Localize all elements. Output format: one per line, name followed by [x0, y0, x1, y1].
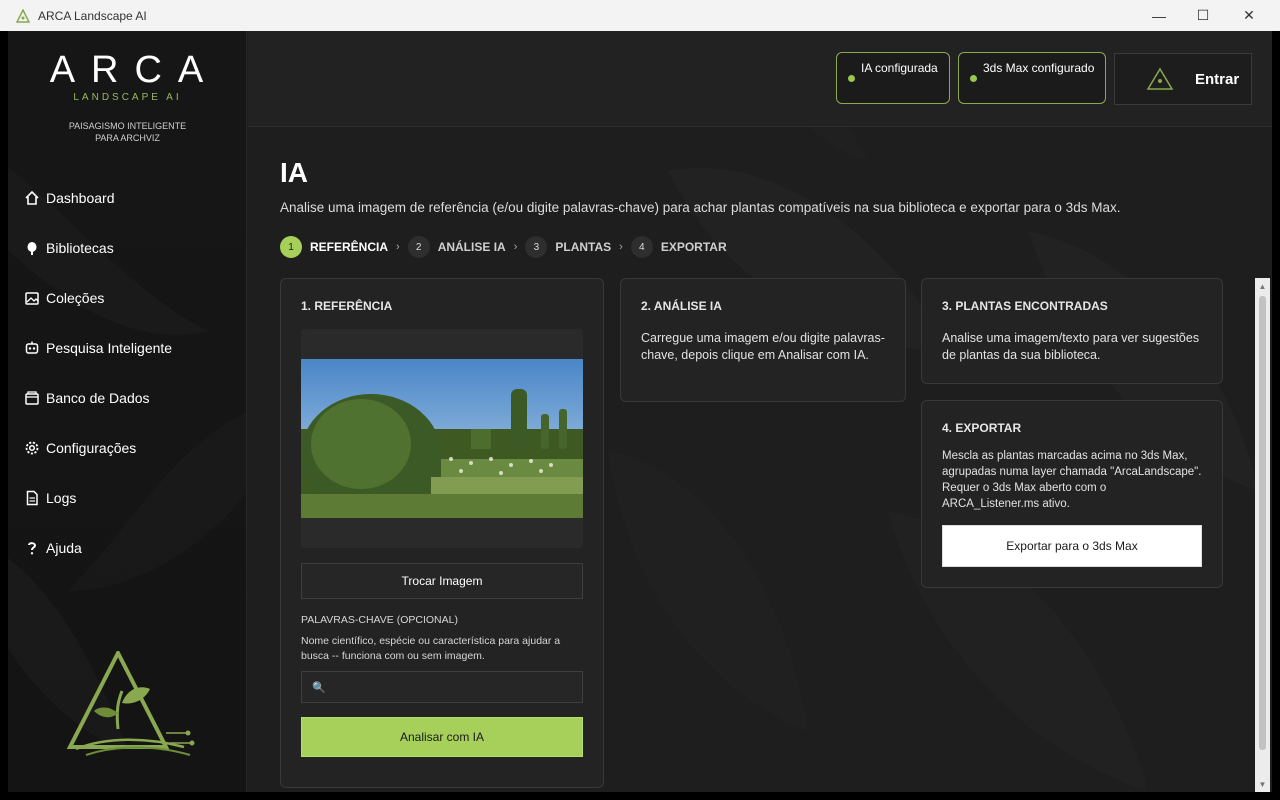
- status-3dsmax-label: 3ds Max configurado: [983, 61, 1095, 75]
- home-icon: [24, 190, 40, 206]
- step-1-number: 1: [280, 236, 302, 258]
- sidebar-item-dashboard[interactable]: Dashboard: [24, 173, 172, 223]
- scroll-up-icon[interactable]: ▲: [1255, 278, 1270, 294]
- page-description: Analise uma imagem de referência (e/ou d…: [280, 200, 1121, 215]
- user-logo-icon: [1146, 67, 1174, 90]
- login-button[interactable]: Entrar: [1114, 53, 1252, 105]
- status-dot-icon: [970, 75, 977, 82]
- sidebar-item-colecoes[interactable]: Coleções: [24, 273, 172, 323]
- page-title: IA: [280, 157, 308, 188]
- reference-image: [301, 359, 583, 518]
- tagline-line-1: PAISAGISMO INTELIGENTE: [68, 121, 187, 131]
- brand-logo: ARCA: [49, 49, 220, 91]
- maximize-button[interactable]: ☐: [1180, 0, 1226, 31]
- analyze-button[interactable]: Analisar com IA: [301, 717, 583, 757]
- main-content: IA configurada 3ds Max configurado Entra…: [248, 31, 1272, 792]
- sidebar-item-label: Configurações: [46, 440, 137, 456]
- sidebar-item-banco[interactable]: Banco de Dados: [24, 373, 172, 423]
- analysis-card-title: 2. ANÁLISE IA: [641, 299, 722, 313]
- export-card-text: Mescla as plantas marcadas acima no 3ds …: [942, 450, 1202, 510]
- brand-tagline: PAISAGISMO INTELIGENTE PARA ARCHVIZ: [8, 120, 246, 144]
- status-ia-label: IA configurada: [861, 61, 938, 75]
- gallery-icon: [24, 290, 40, 306]
- step-separator-icon: ›: [619, 241, 623, 253]
- reference-card-title: 1. REFERÊNCIA: [301, 299, 393, 313]
- plants-card-title: 3. PLANTAS ENCONTRADAS: [942, 299, 1108, 313]
- sidebar-item-pesquisa[interactable]: Pesquisa Inteligente: [24, 323, 172, 373]
- window-title: ARCA Landscape AI: [38, 8, 147, 23]
- keywords-help: Nome científico, espécie ou característi…: [301, 635, 561, 662]
- step-separator-icon: ›: [396, 241, 400, 253]
- step-2-number: 2: [407, 236, 430, 258]
- sidebar-item-label: Banco de Dados: [46, 390, 150, 406]
- brand-subtitle: LANDSCAPE AI: [73, 92, 182, 103]
- step-separator-icon: ›: [513, 241, 518, 253]
- app-logo-icon: [16, 8, 30, 23]
- sidebar-item-label: Coleções: [46, 290, 105, 306]
- reference-card: 1. REFERÊNCIA Trocar Imagem PALAVRAS-CHA…: [280, 278, 604, 788]
- sidebar: ARCA LANDSCAPE AI PAISAGISMO INTELIGENTE…: [8, 31, 247, 792]
- scrollbar-thumb[interactable]: [1259, 296, 1266, 750]
- step-4-label: EXPORTAR: [660, 240, 727, 254]
- sidebar-item-logs[interactable]: Logs: [24, 473, 172, 523]
- swap-image-button[interactable]: Trocar Imagem: [301, 563, 583, 599]
- minimize-icon: —: [1152, 7, 1166, 24]
- database-icon: [24, 390, 40, 406]
- sidebar-item-configuracoes[interactable]: Configurações: [24, 423, 172, 473]
- question-icon: [24, 540, 40, 556]
- reference-image-frame[interactable]: [301, 329, 583, 548]
- analysis-card-text: Carregue uma imagem e/ou digite palavras…: [641, 331, 885, 362]
- sidebar-nav: Dashboard Bibliotecas Coleções Pesquisa …: [24, 173, 172, 573]
- keywords-field[interactable]: 🔍: [301, 671, 583, 703]
- top-bar: IA configurada 3ds Max configurado Entra…: [248, 31, 1272, 127]
- step-3-label: PLANTAS: [555, 240, 612, 254]
- maximize-icon: ☐: [1196, 7, 1210, 23]
- scroll-down-icon[interactable]: ▼: [1255, 776, 1270, 792]
- sidebar-item-ajuda[interactable]: Ajuda: [24, 523, 172, 573]
- close-icon: ✕: [1243, 7, 1255, 23]
- step-3-number: 3: [525, 236, 548, 258]
- step-1-label: REFERÊNCIA: [310, 240, 389, 254]
- sidebar-item-label: Bibliotecas: [46, 240, 114, 256]
- plants-card: 3. PLANTAS ENCONTRADAS Analise uma image…: [921, 278, 1223, 384]
- sidebar-item-label: Logs: [46, 490, 77, 506]
- title-bar: ARCA Landscape AI — ☐ ✕: [0, 0, 1280, 31]
- app-window: ARCA LANDSCAPE AI PAISAGISMO INTELIGENTE…: [8, 31, 1272, 792]
- status-3dsmax-badge: 3ds Max configurado: [958, 52, 1106, 104]
- sidebar-item-bibliotecas[interactable]: Bibliotecas: [24, 223, 172, 273]
- minimize-button[interactable]: —: [1136, 0, 1182, 31]
- vertical-scrollbar[interactable]: ▲ ▼: [1255, 278, 1270, 792]
- export-button[interactable]: Exportar para o 3ds Max: [942, 525, 1202, 567]
- gear-icon: [24, 440, 40, 456]
- keywords-input[interactable]: [333, 680, 574, 694]
- robot-icon: [24, 340, 40, 356]
- analysis-card: 2. ANÁLISE IA Carregue uma imagem e/ou d…: [620, 278, 906, 402]
- search-icon: 🔍: [312, 681, 326, 694]
- status-dot-icon: [848, 75, 855, 82]
- plants-card-text: Analise uma imagem/texto para ver sugest…: [942, 331, 1200, 362]
- step-4-number: 4: [630, 236, 653, 258]
- keywords-label: PALAVRAS-CHAVE (OPCIONAL): [301, 614, 458, 626]
- tagline-line-2: PARA ARCHVIZ: [95, 133, 160, 143]
- login-label: Entrar: [1195, 70, 1240, 88]
- brand-emblem-icon: [66, 651, 195, 756]
- step-2-label: ANÁLISE IA: [437, 240, 506, 254]
- sidebar-item-label: Ajuda: [46, 540, 82, 556]
- status-ia-badge: IA configurada: [836, 52, 950, 104]
- export-card: 4. EXPORTAR Mescla as plantas marcadas a…: [921, 400, 1223, 588]
- close-button[interactable]: ✕: [1226, 0, 1272, 31]
- stepper: 1 REFERÊNCIA › 2 ANÁLISE IA › 3 PLANTAS …: [280, 236, 727, 258]
- sidebar-item-label: Pesquisa Inteligente: [46, 340, 173, 356]
- tree-icon: [24, 240, 40, 256]
- sidebar-item-label: Dashboard: [46, 190, 115, 206]
- export-card-title: 4. EXPORTAR: [942, 421, 1022, 435]
- document-icon: [24, 490, 40, 506]
